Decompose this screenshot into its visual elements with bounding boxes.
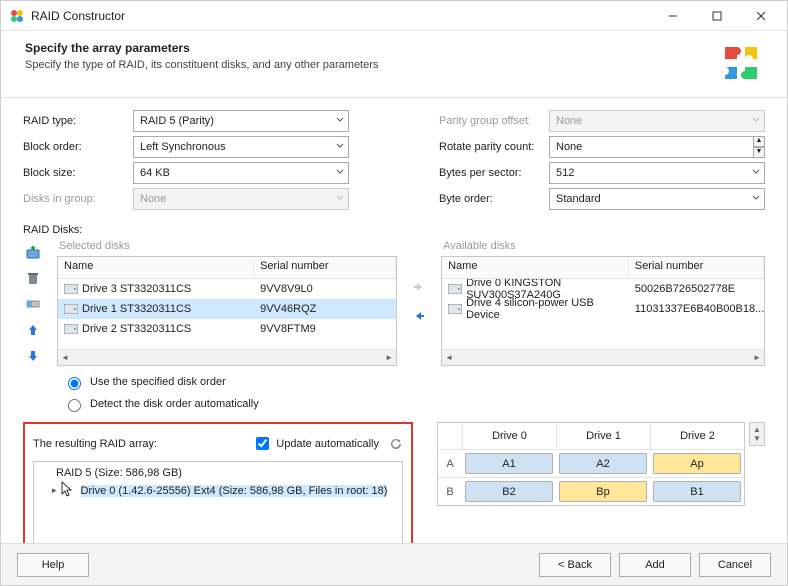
col-serial[interactable]: Serial number xyxy=(629,257,764,278)
help-button[interactable]: Help xyxy=(17,553,89,577)
drive-icon xyxy=(448,284,462,294)
add-disk-button[interactable] xyxy=(23,242,43,262)
stripe-cell: A2 xyxy=(559,453,647,474)
chevron-down-icon xyxy=(752,115,760,127)
block-size-label: Block size: xyxy=(23,167,133,179)
stripe-cell: Bp xyxy=(559,481,647,502)
drive-icon xyxy=(64,324,78,334)
table-row[interactable]: Drive 2 ST3320311CS 9VV8FTM9 xyxy=(58,319,396,339)
header-title: Specify the array parameters xyxy=(25,41,719,55)
radio-use-order[interactable]: Use the specified disk order xyxy=(63,374,765,390)
raid-constructor-window: RAID Constructor Specify the array param… xyxy=(0,0,788,586)
close-button[interactable] xyxy=(739,2,783,30)
stripe-col-drive0: Drive 0 xyxy=(462,423,556,449)
available-disks-grid[interactable]: Name Serial number Drive 0 KINGSTON SUV3… xyxy=(441,256,765,366)
footer: Help < Back Add Cancel xyxy=(1,543,787,585)
expand-icon[interactable]: ▸ xyxy=(52,485,57,496)
stripe-cell: B2 xyxy=(465,481,553,502)
cancel-button[interactable]: Cancel xyxy=(699,553,771,577)
move-down-button[interactable] xyxy=(23,346,43,366)
table-row[interactable]: Drive 3 ST3320311CS 9VV8V9L0 xyxy=(58,279,396,299)
bytes-sector-select[interactable]: 512 xyxy=(549,162,765,184)
disks-group-select: None xyxy=(133,188,349,210)
parameters-form: RAID type: RAID 5 (Parity) Block order: … xyxy=(23,108,765,212)
scrollbar-x[interactable]: ◄► xyxy=(58,349,396,365)
app-icon xyxy=(9,8,25,24)
raid-type-select[interactable]: RAID 5 (Parity) xyxy=(133,110,349,132)
move-to-available-button[interactable] xyxy=(412,309,426,326)
bytes-sector-label: Bytes per sector: xyxy=(439,167,549,179)
drive-icon xyxy=(448,304,462,314)
toggle-disk-button[interactable] xyxy=(23,294,43,314)
stripe-col-drive2: Drive 2 xyxy=(650,423,744,449)
chevron-down-icon xyxy=(336,115,344,127)
parity-offset-select: None xyxy=(549,110,765,132)
block-order-label: Block order: xyxy=(23,141,133,153)
update-auto-checkbox[interactable]: Update automatically xyxy=(252,434,379,453)
tree-child[interactable]: ▸ Drive 0 (1.42.6-25556) Ext4 (Size: 586… xyxy=(38,480,398,501)
maximize-button[interactable] xyxy=(695,2,739,30)
wizard-header: Specify the array parameters Specify the… xyxy=(1,31,787,93)
block-order-select[interactable]: Left Synchronous xyxy=(133,136,349,158)
stripe-row: B B2 Bp B1 xyxy=(438,477,744,505)
delete-disk-button[interactable] xyxy=(23,268,43,288)
rotate-count-label: Rotate parity count: xyxy=(439,141,549,153)
stripe-cell: B1 xyxy=(653,481,741,502)
selected-disks-grid[interactable]: Name Serial number Drive 3 ST3320311CS 9… xyxy=(57,256,397,366)
scrollbar-y[interactable]: ▲▼ xyxy=(749,422,765,446)
stripe-cell: A1 xyxy=(465,453,553,474)
stripe-corner xyxy=(438,423,462,449)
drive-icon xyxy=(64,284,78,294)
disks-group-label: Disks in group: xyxy=(23,193,133,205)
byte-order-select[interactable]: Standard xyxy=(549,188,765,210)
move-to-selected-button[interactable] xyxy=(412,280,426,297)
raid-type-label: RAID type: xyxy=(23,115,133,127)
cursor-icon xyxy=(61,481,73,500)
col-name[interactable]: Name xyxy=(58,257,254,278)
table-row[interactable]: Drive 1 ST3320311CS 9VV46RQZ xyxy=(58,299,396,319)
rotate-count-select[interactable]: None xyxy=(549,136,754,158)
chevron-down-icon xyxy=(336,141,344,153)
result-title: The resulting RAID array: xyxy=(33,438,252,450)
block-size-select[interactable]: 64 KB xyxy=(133,162,349,184)
table-row[interactable]: Drive 0 KINGSTON SUV300S37A240G 50026B72… xyxy=(442,279,764,299)
add-button[interactable]: Add xyxy=(619,553,691,577)
col-name[interactable]: Name xyxy=(442,257,629,278)
tree-root[interactable]: RAID 5 (Size: 586,98 GB) xyxy=(38,466,398,480)
chevron-down-icon xyxy=(752,193,760,205)
col-serial[interactable]: Serial number xyxy=(254,257,396,278)
parity-offset-label: Parity group offset: xyxy=(439,115,549,127)
radio-detect-order[interactable]: Detect the disk order automatically xyxy=(63,396,765,412)
available-disks-label: Available disks xyxy=(443,240,765,252)
selected-disks-label: Selected disks xyxy=(59,240,397,252)
back-button[interactable]: < Back xyxy=(539,553,611,577)
window-title: RAID Constructor xyxy=(31,9,651,23)
header-subtitle: Specify the type of RAID, its constituen… xyxy=(25,59,719,71)
minimize-button[interactable] xyxy=(651,2,695,30)
chevron-down-icon xyxy=(752,167,760,179)
chevron-down-icon xyxy=(336,167,344,179)
disk-selection-area: Selected disks Name Serial number Drive … xyxy=(23,240,765,366)
rotate-count-spinner[interactable]: ▲▼ xyxy=(753,136,765,158)
stripe-col-drive1: Drive 1 xyxy=(556,423,650,449)
divider xyxy=(1,97,787,98)
scrollbar-x[interactable]: ◄► xyxy=(442,349,764,365)
drive-icon xyxy=(64,304,78,314)
stripe-row: A A1 A2 Ap xyxy=(438,449,744,477)
chevron-down-icon xyxy=(336,193,344,205)
refresh-icon[interactable] xyxy=(389,437,403,451)
move-up-button[interactable] xyxy=(23,320,43,340)
puzzle-icon xyxy=(719,41,763,85)
titlebar: RAID Constructor xyxy=(1,1,787,31)
byte-order-label: Byte order: xyxy=(439,193,549,205)
table-row[interactable]: Drive 4 silicon-power USB Device 1103133… xyxy=(442,299,764,319)
raid-disks-label: RAID Disks: xyxy=(23,224,765,236)
stripe-cell: Ap xyxy=(653,453,741,474)
